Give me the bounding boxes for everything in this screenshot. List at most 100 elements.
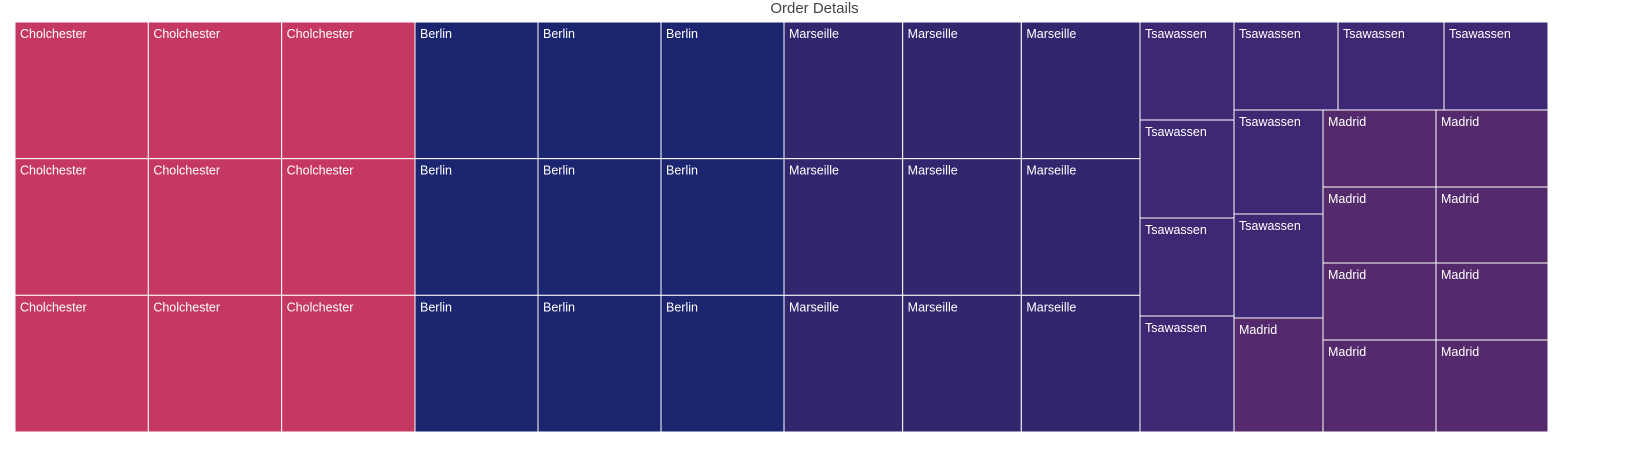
treemap-tile-madrid[interactable]: Madrid	[1435, 339, 1549, 432]
treemap-tile-rect[interactable]	[281, 22, 416, 160]
treemap-tile-label: Madrid	[1328, 192, 1366, 206]
treemap-tile-label: Tsawassen	[1343, 27, 1405, 41]
treemap-tile-label: Madrid	[1441, 192, 1479, 206]
treemap-tile-label: Marseille	[1026, 164, 1076, 178]
treemap-tile-rect[interactable]	[15, 294, 149, 432]
treemap-tile-rect[interactable]	[281, 294, 416, 432]
treemap-tile-tsawassen[interactable]: Tsawassen	[1139, 315, 1235, 432]
treemap-tile-rect[interactable]	[281, 158, 416, 296]
treemap-plot: Cholchester Cholchester Cholchester Cholche…	[15, 22, 1614, 432]
treemap-tile-label: Madrid	[1441, 115, 1479, 129]
treemap-tile-rect[interactable]	[660, 294, 785, 432]
treemap-tile-madrid[interactable]: Madrid	[1322, 339, 1437, 432]
treemap-tile-berlin[interactable]: Berlin	[414, 22, 539, 160]
treemap-tile-rect[interactable]	[1020, 158, 1141, 296]
treemap-tile-tsawassen[interactable]: Tsawassen	[1139, 217, 1235, 317]
treemap-tile-label: Madrid	[1441, 268, 1479, 282]
treemap-tile-label: Marseille	[789, 27, 839, 41]
treemap-tile-rect[interactable]	[902, 294, 1022, 432]
treemap-tile-cholchester[interactable]: Cholchester	[15, 294, 149, 432]
treemap-tile-berlin[interactable]: Berlin	[537, 294, 662, 432]
treemap-tile-marseille[interactable]: Marseille	[783, 294, 904, 432]
treemap-tile-berlin[interactable]: Berlin	[414, 294, 539, 432]
treemap-tile-label: Cholchester	[153, 27, 220, 41]
treemap-tile-label: Tsawassen	[1145, 27, 1207, 41]
treemap-svg: Cholchester Cholchester Cholchester Cholche…	[15, 22, 1549, 432]
treemap-tile-rect[interactable]	[414, 294, 539, 432]
treemap-tile-tsawassen[interactable]: Tsawassen	[1233, 213, 1324, 319]
treemap-tile-marseille[interactable]: Marseille	[902, 158, 1022, 296]
treemap-tile-cholchester[interactable]: Cholchester	[15, 158, 149, 296]
treemap-tile-tsawassen[interactable]: Tsawassen	[1139, 22, 1235, 121]
treemap-tile-rect[interactable]	[902, 158, 1022, 296]
treemap-tile-madrid[interactable]: Madrid	[1435, 109, 1549, 188]
treemap-tile-label: Berlin	[666, 27, 698, 41]
treemap-tile-madrid[interactable]: Madrid	[1233, 317, 1324, 432]
treemap-tile-berlin[interactable]: Berlin	[414, 158, 539, 296]
treemap-tile-rect[interactable]	[660, 22, 785, 160]
treemap-tile-label: Cholchester	[287, 300, 354, 314]
treemap-tile-rect[interactable]	[537, 158, 662, 296]
treemap-tile-marseille[interactable]: Marseille	[783, 158, 904, 296]
treemap-tile-madrid[interactable]: Madrid	[1322, 186, 1437, 264]
treemap-tile-label: Marseille	[789, 300, 839, 314]
treemap-tile-berlin[interactable]: Berlin	[660, 158, 785, 296]
treemap-tile-rect[interactable]	[15, 158, 149, 296]
treemap-tile-cholchester[interactable]: Cholchester	[281, 22, 416, 160]
treemap-tile-cholchester[interactable]: Cholchester	[147, 294, 283, 432]
treemap-tile-cholchester[interactable]: Cholchester	[281, 294, 416, 432]
treemap-tile-label: Cholchester	[287, 164, 354, 178]
treemap-tile-rect[interactable]	[147, 158, 283, 296]
treemap-tile-marseille[interactable]: Marseille	[1020, 158, 1141, 296]
treemap-tile-madrid[interactable]: Madrid	[1435, 186, 1549, 264]
treemap-tile-cholchester[interactable]: Cholchester	[281, 158, 416, 296]
treemap-tile-tsawassen[interactable]: Tsawassen	[1233, 22, 1339, 111]
treemap-tile-label: Marseille	[908, 300, 958, 314]
treemap-tile-label: Marseille	[1026, 27, 1076, 41]
treemap-tile-label: Cholchester	[287, 27, 354, 41]
treemap-tile-label: Berlin	[543, 164, 575, 178]
treemap-tile-rect[interactable]	[537, 22, 662, 160]
treemap-tile-rect[interactable]	[660, 158, 785, 296]
treemap-tile-berlin[interactable]: Berlin	[537, 22, 662, 160]
treemap-tile-rect[interactable]	[783, 294, 904, 432]
treemap-tile-label: Tsawassen	[1239, 115, 1301, 129]
treemap-tile-rect[interactable]	[15, 22, 149, 160]
treemap-tile-berlin[interactable]: Berlin	[660, 22, 785, 160]
treemap-tile-label: Tsawassen	[1145, 125, 1207, 139]
treemap-tile-berlin[interactable]: Berlin	[537, 158, 662, 296]
treemap-tile-label: Tsawassen	[1239, 219, 1301, 233]
treemap-tile-rect[interactable]	[537, 294, 662, 432]
treemap-tile-label: Berlin	[543, 27, 575, 41]
treemap-tile-rect[interactable]	[147, 22, 283, 160]
treemap-tile-rect[interactable]	[414, 22, 539, 160]
treemap-tile-rect[interactable]	[147, 294, 283, 432]
treemap-tile-cholchester[interactable]: Cholchester	[147, 158, 283, 296]
treemap-tile-label: Tsawassen	[1145, 321, 1207, 335]
treemap-tile-marseille[interactable]: Marseille	[1020, 294, 1141, 432]
treemap-tile-marseille[interactable]: Marseille	[902, 294, 1022, 432]
treemap-tile-label: Marseille	[908, 164, 958, 178]
treemap-tile-marseille[interactable]: Marseille	[902, 22, 1022, 160]
treemap-tile-madrid[interactable]: Madrid	[1435, 262, 1549, 341]
treemap-tile-cholchester[interactable]: Cholchester	[147, 22, 283, 160]
treemap-tile-tsawassen[interactable]: Tsawassen	[1443, 22, 1549, 111]
treemap-tile-marseille[interactable]: Marseille	[1020, 22, 1141, 160]
treemap-tile-rect[interactable]	[783, 158, 904, 296]
treemap-tile-berlin[interactable]: Berlin	[660, 294, 785, 432]
treemap-tile-tsawassen[interactable]: Tsawassen	[1139, 119, 1235, 219]
treemap-tile-marseille[interactable]: Marseille	[783, 22, 904, 160]
treemap-tile-label: Cholchester	[20, 300, 87, 314]
treemap-tile-label: Madrid	[1328, 268, 1366, 282]
treemap-tile-rect[interactable]	[1020, 22, 1141, 160]
treemap-tile-tsawassen[interactable]: Tsawassen	[1337, 22, 1445, 111]
treemap-tile-cholchester[interactable]: Cholchester	[15, 22, 149, 160]
treemap-tile-rect[interactable]	[414, 158, 539, 296]
treemap-tile-tsawassen[interactable]: Tsawassen	[1233, 109, 1324, 215]
treemap-tile-madrid[interactable]: Madrid	[1322, 262, 1437, 341]
treemap-tile-madrid[interactable]: Madrid	[1322, 109, 1437, 188]
treemap-tile-rect[interactable]	[902, 22, 1022, 160]
treemap-tile-label: Tsawassen	[1449, 27, 1511, 41]
treemap-tile-rect[interactable]	[1020, 294, 1141, 432]
treemap-tile-rect[interactable]	[783, 22, 904, 160]
